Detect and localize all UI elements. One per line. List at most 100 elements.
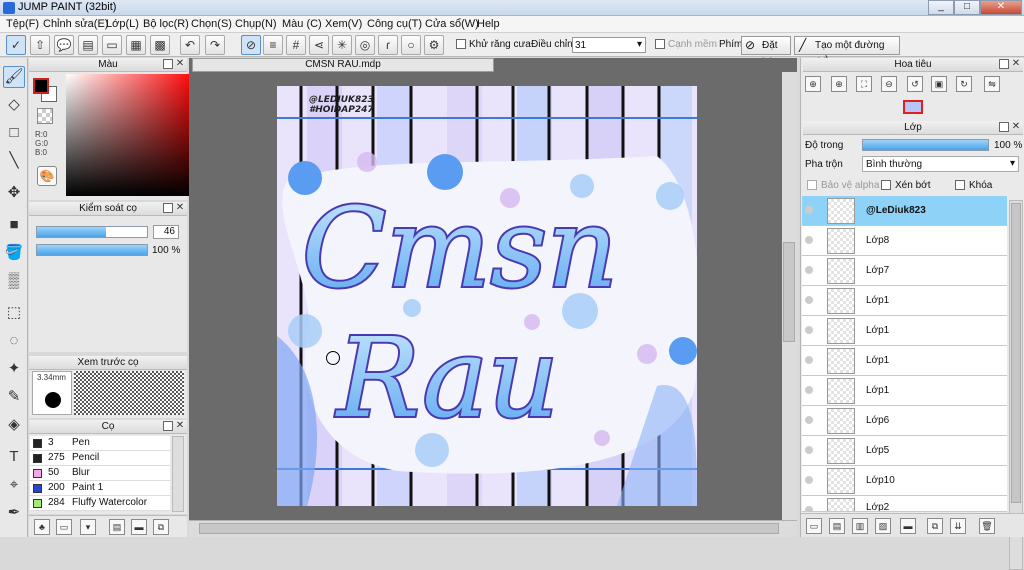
- straight-line-button[interactable]: ╱Tạo một đường thẳng: [794, 36, 900, 68]
- visibility-icon[interactable]: [805, 356, 813, 364]
- grid-icon[interactable]: ▩: [150, 35, 170, 55]
- close-icon[interactable]: ✕: [1011, 122, 1021, 132]
- bucket-tool-icon[interactable]: 🪣: [3, 242, 25, 264]
- concentric-icon[interactable]: ◎: [355, 35, 375, 55]
- close-icon[interactable]: ✕: [175, 203, 185, 213]
- merge-layer-icon[interactable]: ⇊: [950, 518, 966, 534]
- fit-icon[interactable]: ▣: [931, 76, 947, 92]
- brush-menu-icon[interactable]: ▾: [80, 519, 96, 535]
- visibility-icon[interactable]: [805, 386, 813, 394]
- layer-row[interactable]: Lớp7: [802, 256, 1007, 286]
- brush-item[interactable]: 50 Blur: [30, 466, 170, 481]
- visibility-icon[interactable]: [805, 326, 813, 334]
- zoom-in-icon[interactable]: ⊕: [831, 76, 847, 92]
- layer-opacity-slider[interactable]: [862, 139, 989, 151]
- pin-icon[interactable]: [999, 122, 1009, 132]
- layer-row[interactable]: @LeDiuk823: [802, 196, 1007, 226]
- horizontal-scroll-thumb[interactable]: [199, 523, 779, 534]
- brush-tool-icon[interactable]: 🖌: [3, 66, 25, 88]
- menu-capture[interactable]: Chụp(N): [235, 18, 277, 30]
- rotate-left-icon[interactable]: ↺: [907, 76, 923, 92]
- layer-row[interactable]: Lớp2: [802, 496, 1007, 512]
- pin-icon[interactable]: [163, 203, 173, 213]
- canvas-horizontal-scrollbar[interactable]: [189, 520, 797, 537]
- brush-item[interactable]: 200 Paint 1: [30, 481, 170, 496]
- close-icon[interactable]: ✕: [1011, 59, 1021, 69]
- visibility-icon[interactable]: [805, 476, 813, 484]
- rotate-right-icon[interactable]: ↻: [956, 76, 972, 92]
- vertical-scroll-thumb[interactable]: [783, 242, 795, 342]
- brush-size-value[interactable]: 46: [153, 225, 179, 239]
- adjust-select[interactable]: 31 ▾: [572, 37, 646, 53]
- trash-icon[interactable]: 🗑: [979, 518, 995, 534]
- brush-item[interactable]: 3 Pen: [30, 436, 170, 451]
- pin-icon[interactable]: [163, 421, 173, 431]
- reset-button[interactable]: ⊘Đặt lại: [741, 36, 791, 68]
- grid-snap-icon[interactable]: #: [286, 35, 306, 55]
- move-tool-icon[interactable]: ✥: [3, 182, 25, 204]
- page-icon[interactable]: ▭: [102, 35, 122, 55]
- curve-icon[interactable]: ɾ: [378, 35, 398, 55]
- fit-screen-icon[interactable]: ⛶: [856, 76, 872, 92]
- navigator-thumbnail[interactable]: [903, 100, 923, 114]
- note-icon[interactable]: ▤: [78, 35, 98, 55]
- settings-icon[interactable]: ⚙: [424, 35, 444, 55]
- magic-wand-icon[interactable]: ✦: [3, 358, 25, 380]
- close-icon[interactable]: ✕: [175, 421, 185, 431]
- blend-mode-select[interactable]: Bình thường ▾: [862, 156, 1019, 172]
- eyedropper-icon[interactable]: ✒: [3, 502, 25, 524]
- layers-scroll-thumb[interactable]: [1011, 203, 1021, 503]
- layer-row[interactable]: Lớp1: [802, 376, 1007, 406]
- select-eraser-icon[interactable]: ◈: [3, 414, 25, 436]
- visibility-icon[interactable]: [805, 236, 813, 244]
- gradient-tool-icon[interactable]: ▒: [3, 270, 25, 292]
- antialias-checkbox[interactable]: [456, 39, 466, 49]
- snap-off-icon[interactable]: ⊘: [241, 35, 261, 55]
- new-1bit-icon[interactable]: ▨: [875, 518, 891, 534]
- folder-icon[interactable]: ▬: [900, 518, 916, 534]
- visibility-icon[interactable]: [805, 446, 813, 454]
- visibility-icon[interactable]: [805, 506, 813, 511]
- visibility-icon[interactable]: [805, 206, 813, 214]
- brush-opacity-slider[interactable]: [36, 244, 148, 256]
- drawing-canvas[interactable]: @LEDIUK823 #HOIDAP247 Cmsn Rau: [277, 86, 697, 506]
- new-brush-icon[interactable]: ▭: [56, 519, 72, 535]
- layer-row[interactable]: Lớp10: [802, 466, 1007, 496]
- protect-alpha-checkbox[interactable]: [807, 180, 817, 190]
- brush-item[interactable]: 284 Fluffy Watercolor: [30, 496, 170, 511]
- flip-icon[interactable]: ⇋: [984, 76, 1000, 92]
- radial-icon[interactable]: ✳: [332, 35, 352, 55]
- menu-window[interactable]: Cửa sổ(W): [425, 18, 479, 30]
- brush-item[interactable]: 275 Pencil: [30, 451, 170, 466]
- visibility-icon[interactable]: [805, 296, 813, 304]
- saturation-value-picker[interactable]: [66, 74, 196, 196]
- tree-icon[interactable]: ♣: [34, 519, 50, 535]
- document-icon[interactable]: ▦: [126, 35, 146, 55]
- minimize-button[interactable]: _: [928, 0, 954, 15]
- zoom-in-icon[interactable]: ⊕: [805, 76, 821, 92]
- menu-edit[interactable]: Chỉnh sửa(E): [43, 18, 108, 30]
- menu-filter[interactable]: Bộ lọc(R): [143, 18, 189, 30]
- zoom-out-icon[interactable]: ⊖: [881, 76, 897, 92]
- comment-icon[interactable]: 💬: [54, 35, 74, 55]
- circle-snap-icon[interactable]: ○: [401, 35, 421, 55]
- clipping-checkbox[interactable]: [881, 180, 891, 190]
- brush-size-slider[interactable]: [36, 226, 148, 238]
- line-tool-icon[interactable]: ╲: [3, 150, 25, 172]
- canvas-vertical-scrollbar[interactable]: [782, 72, 797, 520]
- menu-view[interactable]: Xem(V): [325, 18, 362, 30]
- export-icon[interactable]: ⇧: [30, 35, 50, 55]
- document-tab[interactable]: CMSN RAU.mdp: [192, 58, 494, 72]
- soft-edge-checkbox[interactable]: [655, 39, 665, 49]
- rect-select-icon[interactable]: □: [3, 122, 25, 144]
- transparent-color-swatch[interactable]: [37, 108, 53, 124]
- lasso-icon[interactable]: ◌: [3, 330, 25, 352]
- menu-select[interactable]: Chọn(S): [191, 18, 232, 30]
- folder-icon[interactable]: ▬: [131, 519, 147, 535]
- redo-icon[interactable]: ↷: [205, 35, 225, 55]
- fill-rect-icon[interactable]: ■: [3, 214, 25, 236]
- eraser-tool-icon[interactable]: ◇: [3, 94, 25, 116]
- parallel-snap-icon[interactable]: ≡: [263, 35, 283, 55]
- new-8bit-icon[interactable]: ▥: [852, 518, 868, 534]
- menu-layer[interactable]: Lớp(L): [106, 18, 139, 30]
